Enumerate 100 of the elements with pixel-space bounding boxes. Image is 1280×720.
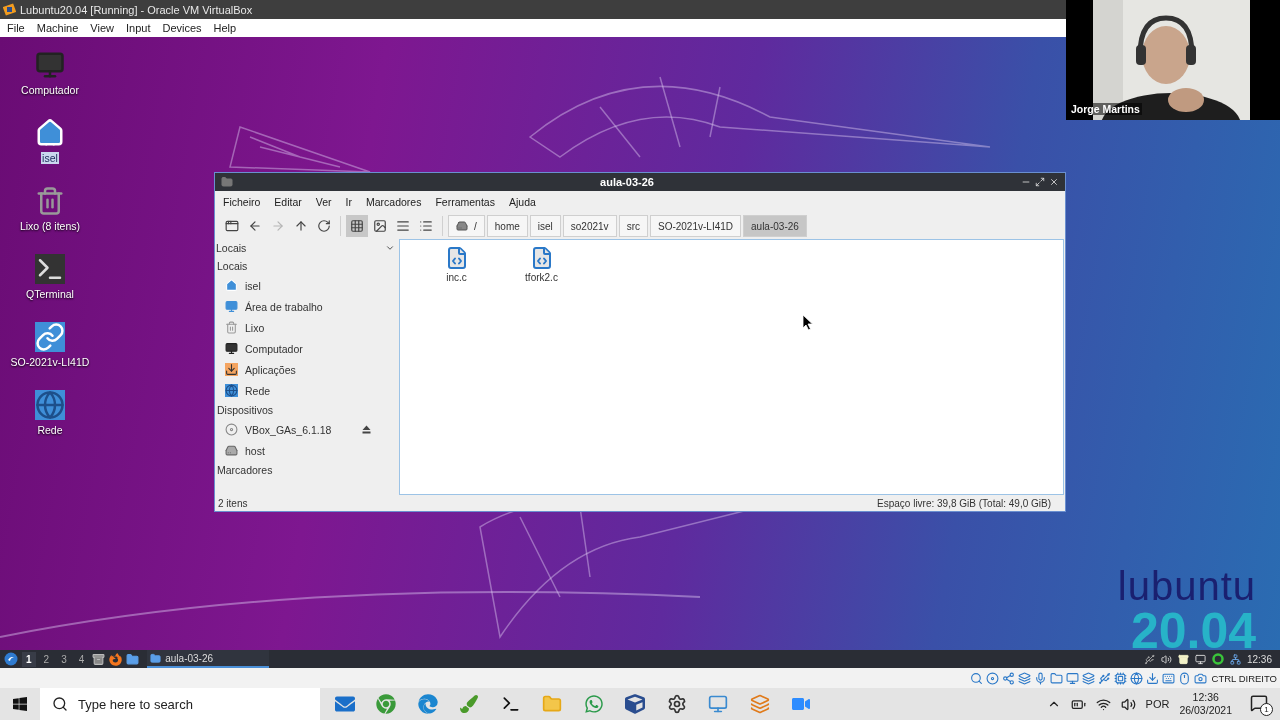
menu-item[interactable]: Help (207, 22, 243, 34)
menu-item[interactable]: Ajuda (501, 196, 543, 208)
workspace-button[interactable]: 3 (57, 651, 71, 667)
sidebar-item[interactable]: isel (245, 279, 371, 292)
section-title: Dispositivos (216, 403, 275, 418)
folder-icon (221, 176, 233, 188)
vm-status-icon[interactable] (1065, 671, 1079, 685)
disc-icon (225, 423, 238, 436)
new-tab-icon (225, 219, 239, 233)
view-mode-button[interactable] (346, 215, 368, 237)
desktop-icon-label[interactable]: Rede (36, 424, 64, 436)
path-button[interactable]: home (486, 215, 528, 237)
chevron-down-icon (385, 243, 395, 253)
window-title: Lubuntu20.04 [Running] - Oracle VM VirtualBox (20, 3, 253, 16)
clock: 12:36 (1246, 653, 1272, 665)
sidebar-item[interactable]: Aplicações (245, 363, 371, 376)
version-number: 20.04 (1130, 606, 1256, 650)
clock[interactable]: 12:36 26/03/2021 (1179, 690, 1232, 718)
menu-item[interactable]: Machine (30, 22, 85, 34)
device-icon[interactable] (1143, 653, 1155, 665)
sidebar-item[interactable]: Rede (245, 384, 371, 397)
windows-logo-icon (12, 696, 28, 712)
icon-view-icon (350, 219, 364, 233)
desktop-icon-label[interactable]: QTerminal (25, 288, 75, 300)
sidebar-item[interactable]: VBox_GAs_6.1.18 (245, 423, 355, 436)
sidebar-item[interactable]: Lixo (245, 321, 371, 334)
wifi-icon[interactable] (1095, 696, 1111, 712)
firefox-icon[interactable] (109, 652, 123, 666)
vm-status-icon[interactable] (1081, 671, 1095, 685)
sidebar-item[interactable]: Área de trabalho (245, 300, 371, 313)
desktop-icon-label[interactable]: Computador (20, 84, 80, 96)
desktop-icon-label[interactable]: isel (41, 152, 59, 164)
desktop-icon-label[interactable]: SO-2021v-LI41D (9, 356, 91, 368)
network-folder-icon (225, 384, 238, 397)
sidebar-item[interactable]: Computador (245, 342, 371, 355)
section-title: Marcadores (216, 463, 274, 478)
notification-count: 1 (1260, 703, 1273, 716)
vm-status-icon[interactable] (985, 671, 999, 685)
monitor-icon (35, 50, 65, 80)
vm-status-icon[interactable] (1145, 671, 1159, 685)
menu-item[interactable]: Devices (156, 22, 208, 34)
folder-icon[interactable] (126, 652, 140, 666)
workspace-button[interactable]: 4 (74, 651, 89, 667)
trash-icon (225, 321, 238, 334)
menu-item[interactable]: Marcadores (359, 196, 429, 208)
detail-view-icon (419, 219, 433, 233)
menu-item[interactable]: View (84, 22, 120, 34)
menu-item[interactable]: Editar (267, 196, 309, 208)
path-button[interactable]: so2021v (562, 215, 617, 237)
start-menu-icon[interactable] (4, 652, 18, 666)
status-ring-icon[interactable] (1211, 653, 1224, 665)
volume-icon[interactable] (1160, 653, 1172, 665)
file-name[interactable]: inc.c (446, 272, 467, 283)
vm-status-icon[interactable] (1129, 671, 1143, 685)
search-field[interactable]: Type here to search (40, 688, 320, 720)
sidebar-item[interactable]: host (245, 444, 371, 457)
task-button[interactable]: aula-03-26 (147, 650, 270, 668)
menu-item[interactable]: Ferramentas (428, 196, 502, 208)
trash-icon (35, 186, 65, 216)
path-button[interactable]: / (448, 215, 485, 237)
workspace-button[interactable]: 1 (22, 651, 36, 667)
drive-icon (225, 444, 238, 457)
file-name[interactable]: tfork2.c (525, 272, 558, 283)
brand-name: lubuntu (1117, 566, 1256, 606)
places-selector[interactable]: Locais (215, 239, 399, 257)
host-key-label: CTRL DIREITO (1211, 672, 1277, 684)
vm-status-icon[interactable] (1161, 671, 1175, 685)
network-folder-icon (35, 390, 65, 420)
path-button[interactable]: src (618, 215, 648, 237)
maximize-icon[interactable] (1035, 177, 1045, 187)
path-button[interactable]: isel (529, 215, 561, 237)
volume-icon[interactable] (1120, 696, 1136, 712)
network-icon[interactable] (1229, 653, 1241, 665)
vm-status-icon[interactable] (1017, 671, 1031, 685)
vm-status-icon[interactable] (1193, 671, 1207, 685)
vm-status-icon[interactable] (1033, 671, 1047, 685)
vm-status-icon[interactable] (1049, 671, 1063, 685)
close-icon[interactable] (1049, 177, 1059, 187)
vm-status-icon[interactable] (1097, 671, 1111, 685)
item-count: 2 itens (218, 497, 248, 509)
home-folder-icon (35, 118, 65, 148)
vm-status-icon[interactable] (1113, 671, 1127, 685)
menu-item[interactable]: Input (119, 22, 157, 34)
path-button[interactable]: SO-2021v-LI41D (649, 215, 741, 237)
compact-view-icon (396, 219, 410, 233)
language-indicator[interactable]: POR (1145, 698, 1170, 710)
menu-item[interactable]: Ver (308, 196, 339, 208)
menu-item[interactable]: Ficheiro (216, 196, 268, 208)
vm-status-icon[interactable] (969, 671, 983, 685)
search-icon (52, 696, 68, 712)
vm-status-icon[interactable] (1001, 671, 1015, 685)
menu-item[interactable]: File (1, 22, 31, 34)
free-space: Espaço livre: 39,8 GiB (Total: 49,0 GiB) (877, 497, 1051, 509)
monitor-icon[interactable] (1194, 653, 1206, 665)
path-button[interactable]: aula-03-26 (743, 215, 807, 237)
menu-item[interactable]: Ir (338, 196, 359, 208)
desktop-icon-label[interactable]: Lixo (8 itens) (18, 220, 82, 232)
vm-status-icon[interactable] (1177, 671, 1191, 685)
workspace-button[interactable]: 2 (39, 651, 54, 667)
notifications-button[interactable]: 1 (1250, 694, 1270, 714)
